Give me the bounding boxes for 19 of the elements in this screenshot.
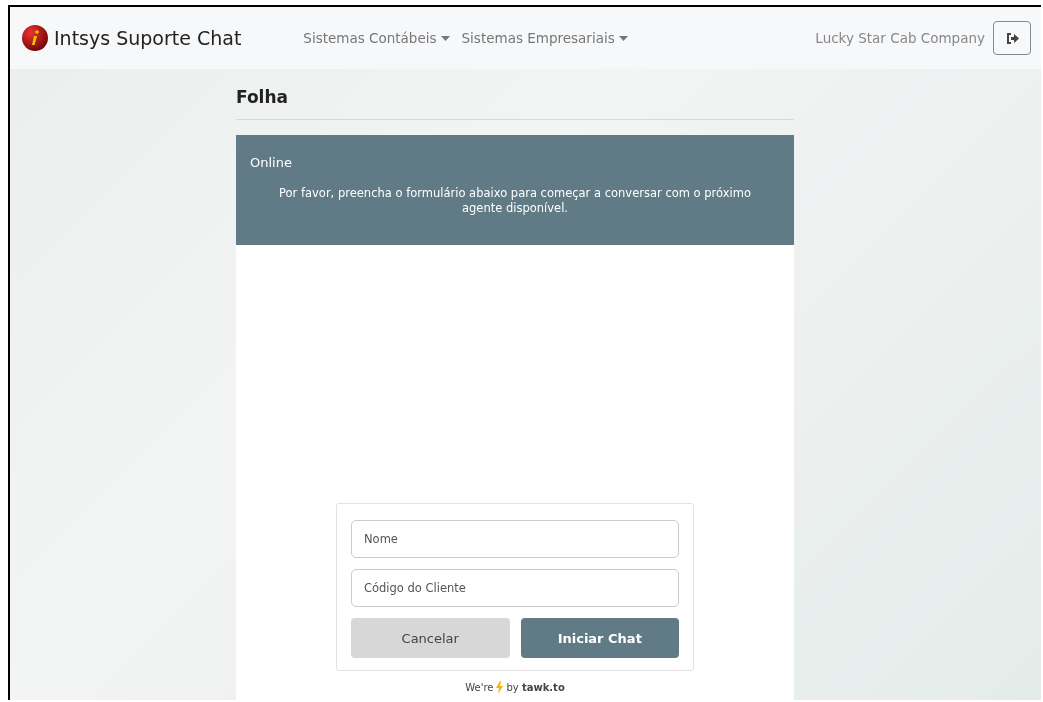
- powered-by-link[interactable]: by tawk.to: [506, 682, 565, 693]
- page-title: Folha: [236, 69, 794, 120]
- input-field[interactable]: Código do Cliente: [351, 569, 679, 607]
- start-chat-button[interactable]: Iniciar Chat: [520, 618, 679, 658]
- company-name: Lucky Star Cab Company: [815, 30, 985, 46]
- lightning-icon: [496, 681, 504, 694]
- brand-title[interactable]: Intsys Suporte Chat: [54, 27, 242, 49]
- logout-button[interactable]: [993, 21, 1031, 55]
- caret-icon: [440, 35, 450, 41]
- footer-text: We're: [465, 682, 494, 693]
- cancel-button[interactable]: Cancelar: [351, 618, 510, 658]
- input-field[interactable]: Nome: [351, 520, 679, 558]
- sign-out-icon: [1005, 32, 1019, 44]
- caret-icon: [618, 35, 628, 41]
- logo-icon: [22, 25, 48, 51]
- nav-dropdown[interactable]: Sistemas Empresariais: [461, 30, 628, 46]
- chat-message: Por favor, preencha o formulário abaixo para começar a conversar com o próximo agente disponível.: [278, 186, 752, 216]
- nav-dropdown[interactable]: Sistemas Contábeis: [303, 30, 450, 46]
- chat-status: Online: [250, 155, 293, 170]
